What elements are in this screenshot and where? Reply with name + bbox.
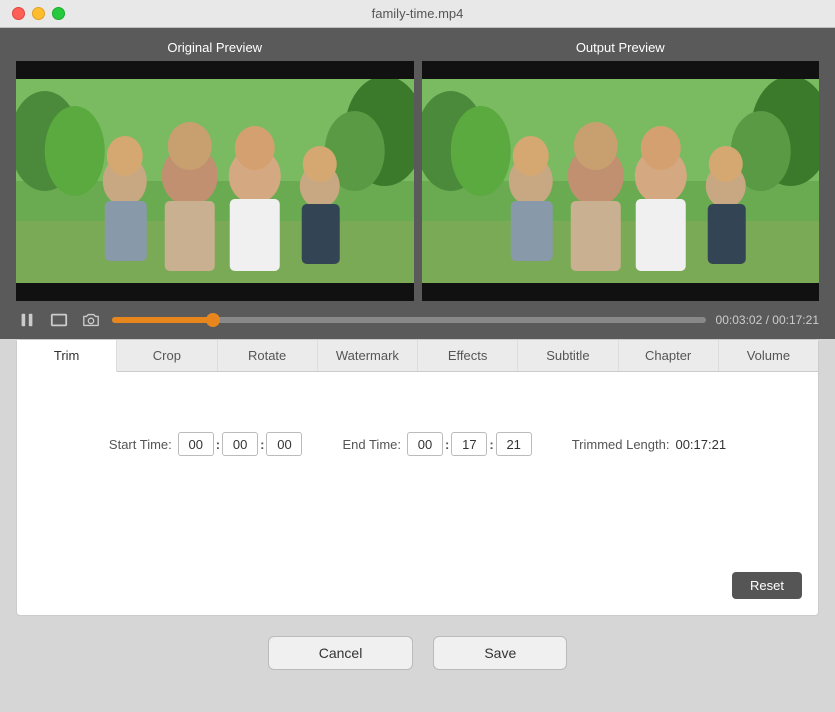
tab-rotate[interactable]: Rotate: [218, 340, 318, 371]
start-sep-1: :: [216, 437, 220, 452]
aspect-ratio-icon: [50, 311, 68, 329]
maximize-button[interactable]: [52, 7, 65, 20]
end-sep-1: :: [445, 437, 449, 452]
start-time-inputs: : :: [178, 432, 303, 456]
tab-volume[interactable]: Volume: [719, 340, 818, 371]
tab-trim[interactable]: Trim: [17, 340, 117, 372]
original-preview-label: Original Preview: [167, 40, 262, 55]
output-preview-label: Output Preview: [576, 40, 665, 55]
end-hours-input[interactable]: [407, 432, 443, 456]
end-minutes-input[interactable]: [451, 432, 487, 456]
screenshot-button[interactable]: [80, 309, 102, 331]
aspect-ratio-button[interactable]: [48, 309, 70, 331]
trimmed-length-value: 00:17:21: [675, 437, 726, 452]
start-sep-2: :: [260, 437, 264, 452]
start-seconds-input[interactable]: [266, 432, 302, 456]
total-time: 00:17:21: [772, 313, 819, 327]
title-bar: family-time.mp4: [0, 0, 835, 28]
end-time-inputs: : :: [407, 432, 532, 456]
progress-fill: [112, 317, 213, 323]
output-video-content: [422, 61, 820, 301]
tab-crop[interactable]: Crop: [117, 340, 217, 371]
progress-bar[interactable]: [112, 317, 706, 323]
tab-effects[interactable]: Effects: [418, 340, 518, 371]
window-title: family-time.mp4: [372, 6, 464, 21]
start-hours-input[interactable]: [178, 432, 214, 456]
pause-button[interactable]: [16, 309, 38, 331]
end-time-group: End Time: : :: [342, 432, 531, 456]
trim-controls: Start Time: : : End Time: : :: [47, 432, 788, 456]
trimmed-length-label: Trimmed Length:: [572, 437, 670, 452]
tab-watermark[interactable]: Watermark: [318, 340, 418, 371]
current-time: 00:03:02: [716, 313, 763, 327]
close-button[interactable]: [12, 7, 25, 20]
end-time-label: End Time:: [342, 437, 401, 452]
camera-icon: [82, 311, 100, 329]
save-button[interactable]: Save: [433, 636, 567, 670]
bottom-bar: Cancel Save: [0, 616, 835, 686]
output-preview-panel: Output Preview: [422, 40, 820, 301]
reset-button[interactable]: Reset: [732, 572, 802, 599]
trim-tab-content: Start Time: : : End Time: : :: [17, 372, 818, 572]
tab-subtitle[interactable]: Subtitle: [518, 340, 618, 371]
tabs-header: Trim Crop Rotate Watermark Effects Subti…: [17, 340, 818, 372]
tab-chapter[interactable]: Chapter: [619, 340, 719, 371]
time-display: 00:03:02 / 00:17:21: [716, 313, 819, 327]
minimize-button[interactable]: [32, 7, 45, 20]
tabs-panel: Trim Crop Rotate Watermark Effects Subti…: [16, 339, 819, 616]
end-sep-2: :: [489, 437, 493, 452]
video-preview-area: Original Preview: [0, 28, 835, 301]
pause-icon: [18, 311, 36, 329]
cancel-button[interactable]: Cancel: [268, 636, 414, 670]
output-video-frame: [422, 61, 820, 301]
original-video-frame: [16, 61, 414, 301]
controls-bar: 00:03:02 / 00:17:21: [0, 301, 835, 339]
start-minutes-input[interactable]: [222, 432, 258, 456]
start-time-group: Start Time: : :: [109, 432, 303, 456]
end-seconds-input[interactable]: [496, 432, 532, 456]
tab-footer: Reset: [17, 572, 818, 615]
original-video-content: [16, 61, 414, 301]
progress-handle[interactable]: [206, 313, 220, 327]
trimmed-length-group: Trimmed Length: 00:17:21: [572, 437, 726, 452]
window-controls[interactable]: [12, 7, 65, 20]
start-time-label: Start Time:: [109, 437, 172, 452]
original-preview-panel: Original Preview: [16, 40, 414, 301]
